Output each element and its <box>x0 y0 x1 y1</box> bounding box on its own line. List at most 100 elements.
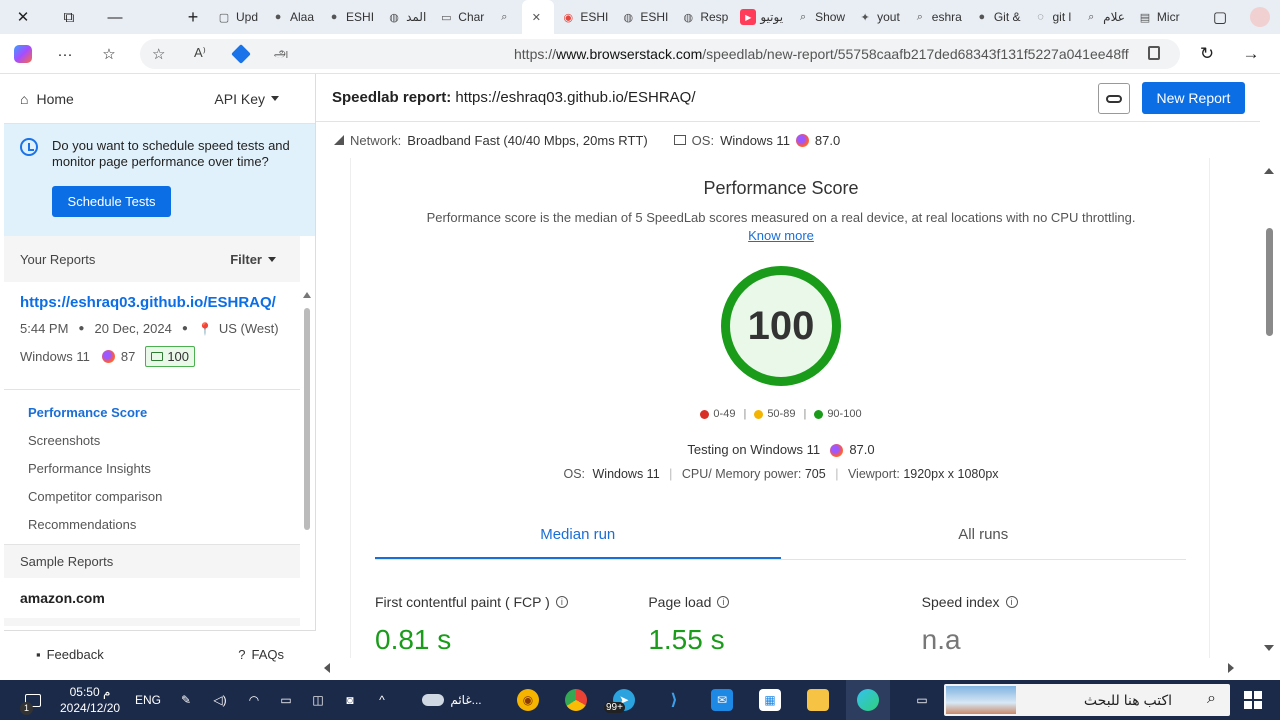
pen-icon[interactable]: ✎ <box>176 680 196 720</box>
api-key-dropdown[interactable]: API Key <box>214 91 279 107</box>
home-link[interactable]: ⌂ Home <box>20 91 74 107</box>
close-window-icon[interactable]: ✕ <box>6 0 40 34</box>
tab-all-runs[interactable]: All runs <box>781 518 1187 559</box>
system-clock[interactable]: 05:50 م 2024/12/20 <box>60 684 120 716</box>
scroll-left-icon[interactable] <box>324 663 330 673</box>
language-indicator[interactable]: ENG <box>134 680 162 720</box>
report-card[interactable]: https://eshraq03.github.io/ESHRAQ/ 5:44 … <box>4 282 300 390</box>
browser-tab[interactable]: ⌕ Show <box>789 0 851 34</box>
forward-icon[interactable]: → <box>1234 37 1268 71</box>
notification-count: 1 <box>20 702 33 715</box>
feedback-label: Feedback <box>46 647 104 662</box>
spec-viewport-value: 1920px x 1080px <box>903 467 999 481</box>
filter-dropdown[interactable]: Filter <box>230 252 276 267</box>
report-nav-item[interactable]: Recommendations <box>28 510 300 538</box>
wifi-icon[interactable]: ◠ <box>244 680 264 720</box>
browser-tab[interactable]: ◉ ESHI <box>554 0 614 34</box>
refresh-icon[interactable]: ↻ <box>1190 37 1224 71</box>
lock-icon[interactable] <box>1148 46 1160 60</box>
report-nav-item[interactable]: Performance Score <box>28 398 300 426</box>
schedule-tests-button[interactable]: Schedule Tests <box>52 186 171 217</box>
browser-tab[interactable]: ⌕ علام <box>1077 0 1131 34</box>
workspaces-icon[interactable]: ⧉ <box>52 0 86 34</box>
browser-tab[interactable]: ▶ يوتيو <box>734 0 789 34</box>
report-nav-item[interactable]: Competitor comparison <box>28 482 300 510</box>
browser-tab[interactable]: ✕ <box>522 0 555 34</box>
telegram-app-icon[interactable]: ➤ 99+ <box>604 680 636 720</box>
sidebar-scrollbar[interactable] <box>302 288 312 638</box>
browser-tab[interactable]: ◍ Resp <box>674 0 734 34</box>
browser-tab[interactable]: ✦ yout <box>851 0 906 34</box>
url-text[interactable]: https://www.browserstack.com/speedlab/ne… <box>514 46 1129 62</box>
scroll-thumb[interactable] <box>1266 228 1273 336</box>
windows-start-icon[interactable] <box>1244 691 1262 709</box>
copilot-icon[interactable] <box>6 37 40 71</box>
weather-widget[interactable]: غائم... <box>412 680 492 720</box>
scroll-up-icon[interactable] <box>1264 168 1274 174</box>
browser-tab[interactable]: ● ESHI <box>320 0 380 34</box>
legend-label: 0-49 <box>713 408 736 420</box>
read-aloud-icon[interactable]: A⁾ <box>194 45 206 61</box>
globe-icon: ◍ <box>623 11 634 24</box>
chevron-up-icon[interactable]: ^ <box>372 680 392 720</box>
more-menu-icon[interactable]: ··· <box>48 37 82 71</box>
display-icon[interactable]: ◙ <box>340 680 360 720</box>
security-icon[interactable]: ◫ <box>308 680 328 720</box>
scroll-down-icon[interactable] <box>1264 645 1274 651</box>
profile-avatar[interactable] <box>1240 0 1280 34</box>
info-icon[interactable]: i <box>717 596 730 608</box>
vscode-app-icon[interactable]: ⟩ <box>662 680 686 720</box>
browser-tab[interactable]: ▢ Upd <box>210 0 264 34</box>
feedback-button[interactable]: ▪ Feedback <box>36 647 104 662</box>
browser-tab[interactable]: ⌕ eshra <box>906 0 968 34</box>
favorite-star-icon[interactable]: ☆ <box>152 45 165 63</box>
faqs-button[interactable]: ? FAQs <box>238 647 284 662</box>
browser-tab[interactable]: ◌ git l <box>1026 0 1077 34</box>
know-more-link[interactable]: Know more <box>748 228 814 243</box>
browser-tab[interactable]: ◍ المد <box>380 0 432 34</box>
store-app-icon[interactable]: ▦ <box>758 680 782 720</box>
copy-link-button[interactable] <box>1098 83 1130 114</box>
new-tab-icon[interactable]: + <box>176 0 210 34</box>
tab-median-run[interactable]: Median run <box>375 518 781 559</box>
battery-icon[interactable]: ▭ <box>276 680 296 720</box>
main-horizontal-scrollbar[interactable] <box>316 658 1260 678</box>
sample-report-item[interactable]: amazon.com <box>4 578 300 618</box>
url-box[interactable]: ☆ A⁾ அ https://www.browserstack.com/spee… <box>140 39 1180 69</box>
report-nav-item[interactable]: Screenshots <box>28 426 300 454</box>
taskbar-search[interactable]: اكتب هنا للبحث ⌕ <box>944 684 1230 716</box>
volume-icon[interactable]: ◁) <box>210 680 230 720</box>
minimize-icon[interactable]: — <box>98 0 132 34</box>
restore-window-icon[interactable]: ▢ <box>1200 0 1240 34</box>
new-report-button[interactable]: New Report <box>1142 82 1245 114</box>
translate-icon[interactable]: அ <box>274 45 288 62</box>
tag-icon[interactable] <box>231 44 251 64</box>
info-icon[interactable]: i <box>1005 596 1018 608</box>
browser-tab[interactable]: ◍ ESHI <box>614 0 674 34</box>
separator: | <box>835 467 839 481</box>
clock-date: 2024/12/20 <box>60 701 121 715</box>
sidebar-scroll-thumb[interactable] <box>304 308 310 530</box>
browser-tab[interactable]: ⌕ <box>490 0 522 34</box>
edge-app-icon[interactable] <box>846 680 890 720</box>
main-vertical-scrollbar[interactable] <box>1260 150 1280 678</box>
favorites-icon[interactable]: ☆ <box>92 37 126 71</box>
browser-tab[interactable]: ▭ Char <box>432 0 490 34</box>
report-url-link[interactable]: https://eshraq03.github.io/ESHRAQ/ <box>20 294 284 311</box>
info-icon[interactable]: i <box>555 596 568 608</box>
browser-tab[interactable]: ● Alaa <box>264 0 320 34</box>
file-explorer-icon[interactable] <box>806 680 830 720</box>
scroll-up-icon[interactable] <box>303 292 311 298</box>
browser-tab[interactable]: ● Git & <box>968 0 1027 34</box>
mail-app-icon[interactable]: ✉ <box>710 680 734 720</box>
chrome-app-icon[interactable] <box>564 680 588 720</box>
browser-tab-label: Alaa <box>290 10 315 24</box>
report-nav-item[interactable]: Performance Insights <box>28 454 300 482</box>
notifications-icon[interactable]: 1 <box>18 680 48 720</box>
close-icon[interactable]: ✕ <box>528 9 544 25</box>
task-view-icon[interactable]: ▭ <box>910 680 934 720</box>
scroll-right-icon[interactable] <box>1228 663 1234 673</box>
browser-tab[interactable]: ▤ Micr <box>1131 0 1186 34</box>
brave-app-icon[interactable]: ◉ <box>516 680 540 720</box>
folder-icon: ▭ <box>441 11 452 24</box>
